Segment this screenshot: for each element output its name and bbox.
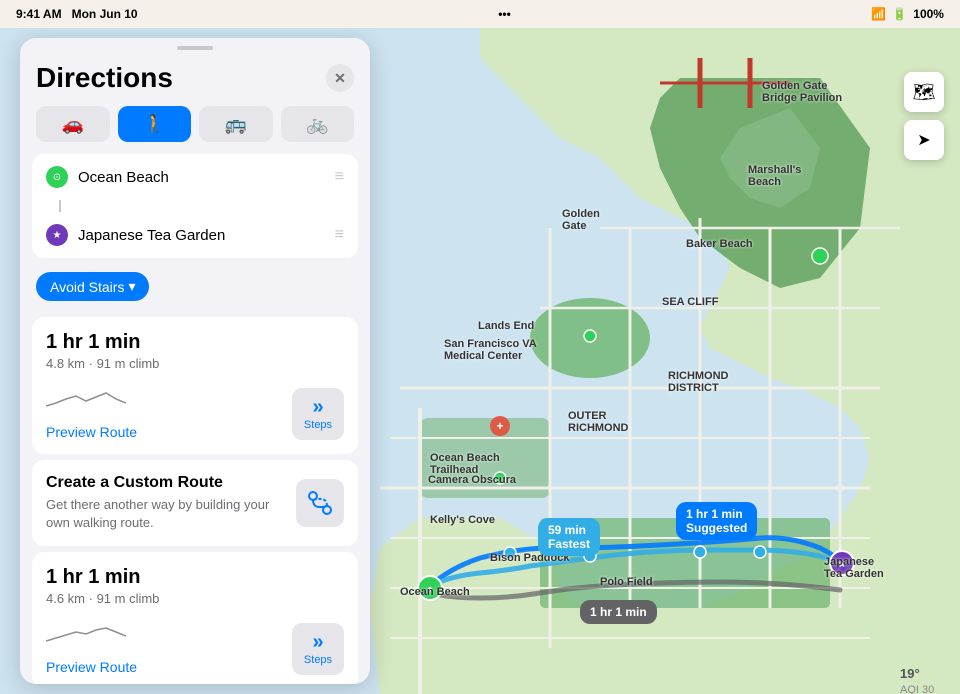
route-stop-start[interactable]: ⊙ Ocean Beach ≡ xyxy=(32,154,358,200)
avoid-stairs-button[interactable]: Avoid Stairs ▾ xyxy=(36,272,149,301)
avoid-stairs-label: Avoid Stairs xyxy=(50,279,124,295)
route-time-1: 1 hr 1 min xyxy=(46,331,344,354)
preview-link-1[interactable]: Preview Route xyxy=(46,424,137,440)
transport-car[interactable]: 🚗 xyxy=(36,106,110,142)
map-type-button[interactable]: 🗺 xyxy=(904,72,944,112)
end-icon: ★ xyxy=(46,224,68,246)
custom-route-icon xyxy=(296,479,344,527)
route-details-1: 4.8 km · 91 m climb xyxy=(46,356,344,371)
transport-modes: 🚗 🚶 🚌 🚲 xyxy=(20,102,370,154)
close-button[interactable]: ✕ xyxy=(326,64,354,92)
status-right: 📶 🔋 100% xyxy=(871,7,944,21)
steps-chevron-2: » xyxy=(312,632,323,652)
filter-row: Avoid Stairs ▾ xyxy=(20,266,370,311)
custom-route-text: Create a Custom Route Get there another … xyxy=(46,474,286,532)
time: 9:41 AM xyxy=(16,7,62,21)
custom-route-svg xyxy=(306,489,334,517)
custom-route-description: Get there another way by building your o… xyxy=(46,496,286,532)
status-bar: 9:41 AM Mon Jun 10 ••• 📶 🔋 100% xyxy=(0,0,960,28)
status-time: 9:41 AM Mon Jun 10 xyxy=(16,7,138,21)
custom-route-card[interactable]: Create a Custom Route Get there another … xyxy=(32,460,358,546)
map-controls: 🗺 ➤ xyxy=(904,72,944,160)
steps-button-1[interactable]: » Steps xyxy=(292,388,344,440)
steps-button-2[interactable]: » Steps xyxy=(292,623,344,675)
avoid-stairs-chevron: ▾ xyxy=(128,278,135,295)
transport-walk[interactable]: 🚶 xyxy=(118,106,192,142)
panel-title: Directions xyxy=(36,62,173,94)
svg-text:+: + xyxy=(496,419,503,433)
start-drag-handle: ≡ xyxy=(335,168,344,186)
route-bottom-2: Preview Route » Steps xyxy=(46,616,344,675)
end-label: Japanese Tea Garden xyxy=(78,227,325,244)
svg-text:AQI 30: AQI 30 xyxy=(900,684,934,694)
route-stops: ⊙ Ocean Beach ≡ ★ Japanese Tea Garden ≡ xyxy=(32,154,358,258)
route-card-2[interactable]: 1 hr 1 min 4.6 km · 91 m climb Preview R… xyxy=(32,552,358,684)
wifi-icon: 📶 xyxy=(871,7,886,21)
elevation-chart-2 xyxy=(46,616,126,646)
transport-bike[interactable]: 🚲 xyxy=(281,106,355,142)
steps-chevron-1: » xyxy=(312,397,323,417)
custom-route-title: Create a Custom Route xyxy=(46,474,286,492)
svg-text:★: ★ xyxy=(838,559,847,570)
date: Mon Jun 10 xyxy=(72,7,138,21)
route-bottom-1: Preview Route » Steps xyxy=(46,381,344,440)
elevation-chart-1 xyxy=(46,381,126,411)
route-card-1[interactable]: 1 hr 1 min 4.8 km · 91 m climb Preview R… xyxy=(32,317,358,454)
steps-label-1: Steps xyxy=(304,419,332,431)
transport-transit[interactable]: 🚌 xyxy=(199,106,273,142)
battery-percent: 100% xyxy=(913,7,944,21)
start-label: Ocean Beach xyxy=(78,169,325,186)
steps-label-2: Steps xyxy=(304,654,332,666)
panel-header: Directions ✕ xyxy=(20,50,370,102)
route-stop-end[interactable]: ★ Japanese Tea Garden ≡ xyxy=(32,212,358,258)
svg-text:●: ● xyxy=(427,584,433,595)
status-center: ••• xyxy=(498,7,511,21)
stops-connector xyxy=(59,200,61,212)
preview-link-2[interactable]: Preview Route xyxy=(46,659,137,675)
end-drag-handle: ≡ xyxy=(335,226,344,244)
directions-panel: Directions ✕ 🚗 🚶 🚌 🚲 ⊙ Ocean Beach ≡ ★ J… xyxy=(20,38,370,684)
route-details-2: 4.6 km · 91 m climb xyxy=(46,591,344,606)
location-button[interactable]: ➤ xyxy=(904,120,944,160)
battery-icon: 🔋 xyxy=(892,7,907,21)
route-time-2: 1 hr 1 min xyxy=(46,566,344,589)
start-icon: ⊙ xyxy=(46,166,68,188)
svg-text:19°: 19° xyxy=(900,666,920,681)
